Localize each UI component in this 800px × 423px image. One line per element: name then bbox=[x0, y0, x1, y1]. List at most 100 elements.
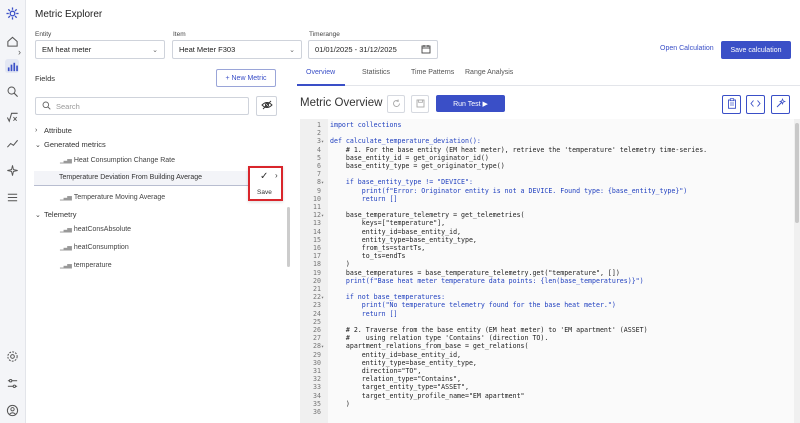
timerange-label: Timerange bbox=[309, 31, 340, 38]
tree-item-label: Temperature Moving Average bbox=[73, 194, 166, 201]
open-calculation-button[interactable]: Open Calculation bbox=[660, 45, 714, 52]
code-line: 22▾ if not base_temperatures: bbox=[300, 293, 800, 301]
new-metric-button[interactable]: + New Metric bbox=[216, 69, 276, 87]
settings-icon[interactable] bbox=[5, 349, 19, 363]
code-line: 36 bbox=[300, 408, 800, 416]
timerange-value: 01/01/2025 - 31/12/2025 bbox=[315, 45, 397, 54]
tree-group-label: Generated metrics bbox=[44, 140, 106, 149]
tree-item-heat-consumption-change-rate[interactable]: ▁▃▅ Heat Consumption Change Rate bbox=[60, 157, 175, 164]
code-text: # 1. For the base entity (EM heat meter)… bbox=[330, 145, 708, 154]
code-text: import collections bbox=[330, 121, 402, 129]
tab-statistics[interactable]: Statistics bbox=[362, 69, 390, 76]
trend-icon[interactable] bbox=[5, 136, 19, 150]
tree-item-heatconsumption[interactable]: ▁▃▅ heatConsumption bbox=[60, 244, 129, 251]
formula-icon[interactable] bbox=[5, 110, 19, 124]
code-line: 8▾ if base_entity_type != "DEVICE": bbox=[300, 178, 800, 186]
tab-bar: Overview Statistics Time Patterns Range … bbox=[298, 69, 800, 86]
editor-scrollbar-thumb[interactable] bbox=[795, 123, 799, 223]
search-input[interactable]: Search bbox=[35, 97, 249, 115]
bar-chart-icon: ▁▃▅ bbox=[60, 245, 72, 251]
page-title: Metric Explorer bbox=[35, 9, 103, 20]
entity-select[interactable]: EM heat meter ⌄ bbox=[35, 40, 165, 59]
tree-group-label: Attribute bbox=[44, 126, 72, 135]
line-number: 18 bbox=[313, 260, 321, 269]
timerange-picker[interactable]: 01/01/2025 - 31/12/2025 bbox=[308, 40, 438, 59]
tree-group-attribute[interactable]: › Attribute bbox=[35, 126, 72, 135]
tree-item-heatconsabsolute[interactable]: ▁▃▅ heatConsAbsolute bbox=[60, 226, 131, 233]
user-account-icon[interactable] bbox=[5, 403, 19, 417]
ai-magic-button[interactable] bbox=[771, 95, 790, 114]
code-text: relation_type="Contains", bbox=[330, 375, 462, 384]
save-calculation-button[interactable]: Save calculation bbox=[721, 41, 791, 59]
code-line: 9 print(f"Error: Originator entity is no… bbox=[300, 187, 800, 195]
code-line: 29 entity_id=base_entity_id, bbox=[300, 351, 800, 359]
clipboard-button[interactable] bbox=[722, 95, 741, 114]
code-editor[interactable]: 1 import collections 2 3▾ def calculate_temp… bbox=[300, 119, 800, 423]
code-line: 4 # 1. For the base entity (EM heat mete… bbox=[300, 146, 800, 154]
code-text: return [] bbox=[330, 309, 398, 318]
editor-scrollbar[interactable] bbox=[794, 119, 800, 423]
tree-item-temperature-moving-average[interactable]: ▁▃▅ Temperature Moving Average bbox=[60, 194, 165, 201]
left-panel-scrollbar[interactable] bbox=[287, 207, 290, 267]
run-test-button[interactable]: Run Test ▶ bbox=[436, 95, 505, 112]
left-sidebar: › bbox=[0, 0, 26, 423]
tree-group-generated-metrics[interactable]: ⌄ Generated metrics bbox=[35, 140, 106, 149]
line-number: 21 bbox=[313, 285, 321, 293]
line-number: 14 bbox=[313, 227, 321, 236]
tree-group-label: Telemetry bbox=[44, 210, 77, 219]
line-number: 12 bbox=[313, 211, 321, 220]
line-number: 27 bbox=[313, 334, 321, 343]
code-text: ) bbox=[330, 260, 350, 269]
clipboard-icon bbox=[727, 98, 737, 111]
line-number: 1 bbox=[317, 121, 321, 129]
code-line: 28▾ apartment_relations_from_base = get_… bbox=[300, 342, 800, 350]
chart-icon[interactable] bbox=[5, 59, 19, 73]
code-line: 23 print("No temperature telemetry found… bbox=[300, 301, 800, 309]
floppy-disk-icon bbox=[416, 99, 425, 110]
line-number: 13 bbox=[313, 219, 321, 228]
app-logo-icon[interactable] bbox=[5, 6, 19, 20]
tab-overview[interactable]: Overview bbox=[306, 69, 335, 76]
sliders-icon[interactable] bbox=[5, 376, 19, 390]
line-number: 9 bbox=[317, 186, 321, 195]
line-number: 36 bbox=[313, 408, 321, 416]
search-analytics-icon[interactable] bbox=[5, 84, 19, 98]
metric-name-input[interactable]: Temperature Deviation From Building Aver… bbox=[34, 171, 254, 186]
magic-wand-icon bbox=[775, 98, 786, 111]
confirm-check-icon[interactable]: ✓ bbox=[260, 171, 268, 182]
tab-range-analysis[interactable]: Range Analysis bbox=[465, 69, 513, 76]
line-number: 24 bbox=[313, 309, 321, 318]
tree-item-label: heatConsumption bbox=[73, 244, 129, 251]
code-line: 5 base_entity_id = get_originator_id() bbox=[300, 154, 800, 162]
item-select[interactable]: Heat Meter F303 ⌄ bbox=[172, 40, 302, 59]
tab-time-patterns[interactable]: Time Patterns bbox=[411, 69, 454, 76]
line-number: 19 bbox=[313, 268, 321, 277]
refresh-button[interactable] bbox=[387, 95, 405, 113]
line-number: 17 bbox=[313, 252, 321, 261]
line-number: 4 bbox=[317, 145, 321, 154]
expand-sidebar-icon[interactable]: › bbox=[18, 47, 21, 57]
tree-item-label: temperature bbox=[73, 262, 112, 269]
tree-group-telemetry[interactable]: ⌄ Telemetry bbox=[35, 210, 77, 219]
line-number: 16 bbox=[313, 244, 321, 252]
code-view-button[interactable] bbox=[746, 95, 765, 114]
chevron-right-icon[interactable]: › bbox=[275, 171, 278, 180]
code-line: 27 # using relation type 'Contains' (dir… bbox=[300, 334, 800, 342]
tree-item-temperature[interactable]: ▁▃▅ temperature bbox=[60, 262, 112, 269]
visibility-toggle-button[interactable] bbox=[256, 96, 277, 116]
chevron-down-icon: ⌄ bbox=[35, 211, 41, 219]
menu-icon[interactable] bbox=[5, 190, 19, 204]
code-text: entity_id=base_entity_id, bbox=[330, 227, 462, 236]
home-icon[interactable] bbox=[5, 34, 19, 48]
save-button[interactable]: Save bbox=[257, 189, 272, 196]
code-line: 13 keys=["temperature"], bbox=[300, 219, 800, 227]
sparkle-icon[interactable] bbox=[5, 163, 19, 177]
code-line: 31 direction="TO", bbox=[300, 367, 800, 375]
save-code-button[interactable] bbox=[411, 95, 429, 113]
code-text: def calculate_temperature_deviation(): bbox=[330, 137, 481, 146]
line-number: 7 bbox=[317, 170, 321, 179]
code-text: ) bbox=[330, 399, 350, 408]
search-icon bbox=[42, 101, 51, 112]
line-number: 26 bbox=[313, 326, 321, 334]
line-number: 29 bbox=[313, 350, 321, 359]
